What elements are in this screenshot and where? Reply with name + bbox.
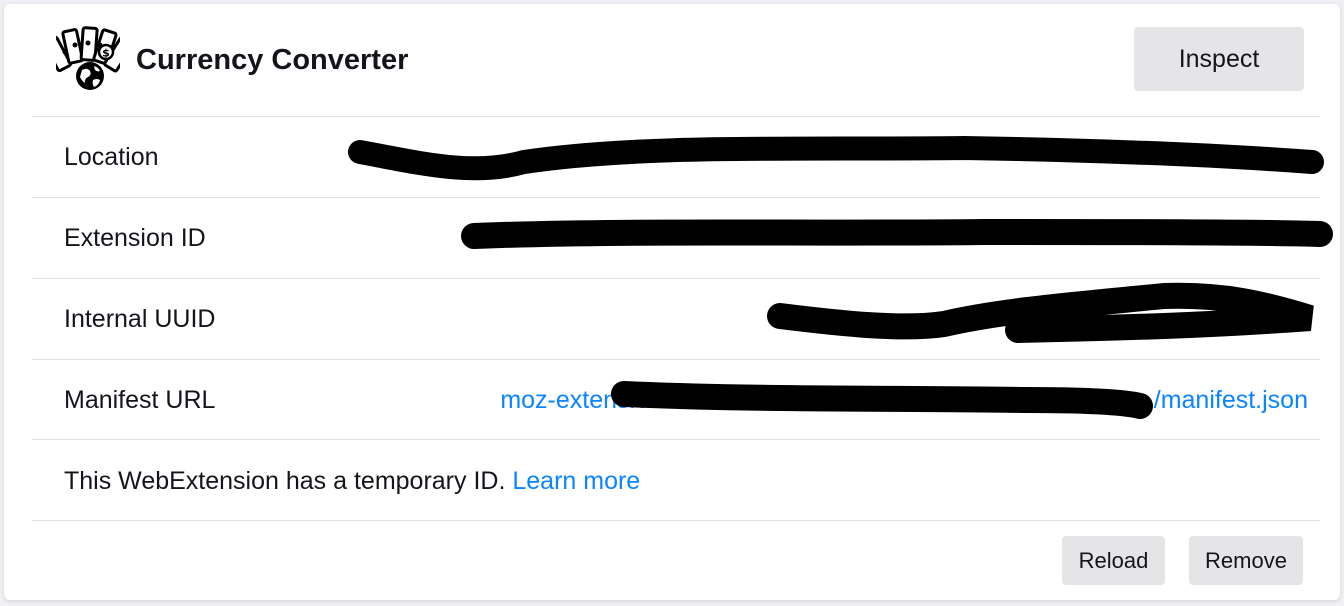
svg-text:$: $ xyxy=(102,47,110,60)
divider xyxy=(32,520,1320,521)
temporary-id-notice: This WebExtension has a temporary ID. Le… xyxy=(64,441,640,521)
extension-name: Currency Converter xyxy=(136,44,409,76)
internal-uuid-label: Internal UUID xyxy=(64,305,216,333)
learn-more-link[interactable]: Learn more xyxy=(512,467,640,495)
extension-card: $ Currency Converter Inspect Location Ex… xyxy=(4,4,1340,600)
extension-id-row: Extension ID xyxy=(32,198,1320,278)
internal-uuid-row: Internal UUID xyxy=(32,279,1320,359)
divider xyxy=(32,439,1320,440)
inspect-button[interactable]: Inspect xyxy=(1134,27,1304,91)
manifest-url-prefix: moz-extension:// xyxy=(500,386,684,414)
extension-id-label: Extension ID xyxy=(64,224,206,252)
remove-button[interactable]: Remove xyxy=(1189,536,1303,585)
manifest-url-link[interactable]: moz-extension:// /manifest.json xyxy=(500,360,1308,440)
manifest-url-suffix: /manifest.json xyxy=(1153,386,1308,414)
notice-text: This WebExtension has a temporary ID. xyxy=(64,467,506,495)
manifest-url-label: Manifest URL xyxy=(64,386,216,414)
location-label: Location xyxy=(64,143,159,171)
manifest-url-row: Manifest URL moz-extension:// /manifest.j… xyxy=(32,360,1320,440)
location-row: Location xyxy=(32,117,1320,197)
reload-button[interactable]: Reload xyxy=(1062,536,1165,585)
extension-header: $ Currency Converter Inspect xyxy=(4,4,1340,116)
money-globe-icon: $ xyxy=(56,26,120,90)
